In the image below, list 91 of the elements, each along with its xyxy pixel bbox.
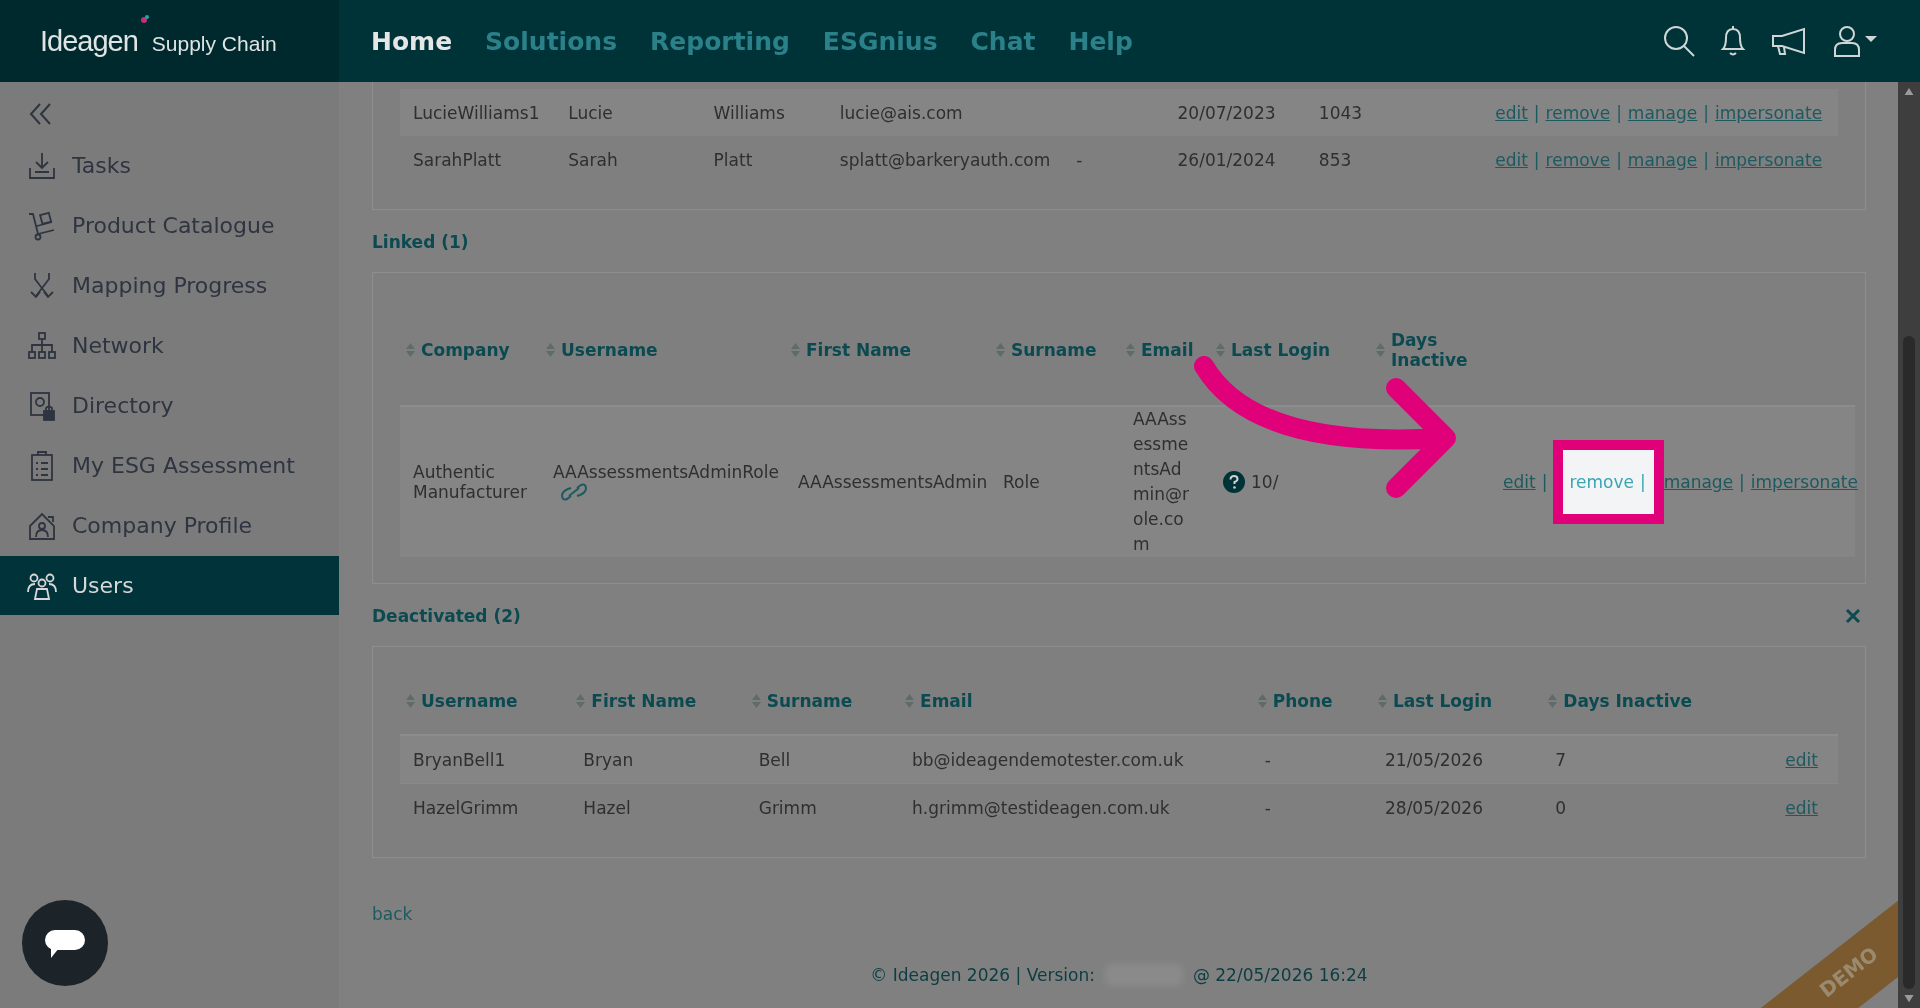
section-title: Linked (1): [372, 232, 469, 252]
sidebar-item[interactable]: Product Catalogue: [0, 196, 339, 255]
row-action-link[interactable]: edit: [1785, 797, 1818, 818]
column-header: Surname: [1011, 339, 1097, 360]
sidebar-item[interactable]: Users: [0, 556, 339, 615]
nav-link[interactable]: ESGnius: [822, 26, 938, 56]
column-header: Email: [1141, 339, 1194, 360]
row-action-link[interactable]: manage: [1663, 472, 1734, 492]
nav-link[interactable]: Chat: [970, 26, 1036, 56]
table-cell: LucieWilliams1: [413, 102, 540, 123]
sidebar-item[interactable]: Directory: [0, 376, 339, 435]
table-cell: 7: [1555, 749, 1567, 770]
column-header: Surname: [766, 691, 853, 711]
column-header: Phone: [1272, 691, 1333, 711]
table-cell: h.grimm@testideagen.com.uk: [912, 797, 1170, 818]
table-cell: SarahPlatt: [413, 149, 502, 170]
sidebar-item[interactable]: My ESG Assessment: [0, 436, 339, 495]
row-action-link[interactable]: remove: [1545, 149, 1611, 170]
separator: |: [1739, 472, 1745, 492]
table-cell: Lucie: [568, 102, 613, 123]
column-header: First Name: [806, 339, 911, 360]
separator: |: [1703, 102, 1709, 123]
table-cell: lucie@ais.com: [839, 102, 963, 123]
column-header: Days Inactive: [1391, 330, 1469, 370]
table-cell: Platt: [713, 149, 753, 170]
separator: |: [1533, 102, 1540, 123]
table-cell: Grimm: [758, 797, 817, 818]
separator: |: [1541, 472, 1548, 492]
nav-link[interactable]: Home: [371, 26, 453, 56]
column-header: Company: [421, 339, 510, 360]
table-cell: 20/07/2023: [1177, 102, 1276, 123]
column-header: Username: [421, 691, 518, 711]
table-cell: 10/: [1251, 472, 1279, 492]
table-cell: Sarah: [568, 149, 618, 170]
row-action-link[interactable]: manage: [1627, 149, 1698, 170]
column-header: First Name: [591, 691, 697, 711]
section-title: Deactivated (2): [372, 606, 521, 626]
column-header: Days Inactive: [1563, 691, 1693, 711]
table-cell: Hazel: [583, 797, 631, 818]
table-cell: Williams: [713, 102, 785, 123]
table-cell: HazelGrimm: [413, 797, 519, 818]
table-cell: 1043: [1318, 102, 1363, 123]
footer-text: © Ideagen 2026 | Version:: [870, 965, 1095, 985]
separator: |: [1616, 149, 1622, 170]
row-action-link[interactable]: edit: [1495, 102, 1528, 123]
row-action-link[interactable]: impersonate: [1750, 472, 1858, 492]
table-cell: 28/05/2026: [1385, 797, 1483, 818]
sidebar-item[interactable]: Mapping Progress: [0, 256, 339, 315]
row-action-link[interactable]: edit: [1503, 472, 1536, 492]
nav-link[interactable]: Help: [1068, 26, 1133, 56]
footer-timestamp: @ 22/05/2026 16:24: [1192, 965, 1368, 985]
table-cell: AAAssessmentsAdmin: [798, 472, 988, 492]
table-cell: splatt@barkeryauth.com: [839, 149, 1051, 170]
column-header: Last Login: [1393, 691, 1493, 711]
row-action-link[interactable]: remove: [1569, 472, 1634, 492]
table-cell: BryanBell1: [413, 749, 506, 770]
separator: |: [1533, 149, 1540, 170]
back-link[interactable]: back: [372, 904, 413, 924]
column-header: Email: [920, 691, 973, 711]
table-cell: Bryan: [583, 749, 634, 770]
table-cell: 26/01/2024: [1177, 149, 1276, 170]
row-action-link[interactable]: remove: [1545, 102, 1611, 123]
nav-link[interactable]: Reporting: [650, 26, 790, 56]
column-header: Last Login: [1231, 339, 1331, 360]
logo-subtitle: Supply Chain: [151, 32, 277, 56]
column-header: Username: [561, 339, 658, 360]
row-action-link[interactable]: edit: [1785, 749, 1818, 770]
table-cell: -: [1264, 797, 1271, 818]
nav-link[interactable]: Solutions: [485, 26, 618, 56]
sidebar-item[interactable]: Company Profile: [0, 496, 339, 555]
table-cell: -: [1076, 149, 1083, 170]
separator: |: [1639, 472, 1646, 492]
table-cell: 853: [1318, 149, 1352, 170]
separator: |: [1616, 102, 1622, 123]
logo-text: Ideagen: [40, 24, 138, 58]
sidebar-item[interactable]: Network: [0, 316, 339, 375]
table-cell: Role: [1003, 472, 1040, 492]
table-cell-text: AAAssessmentsAdmin@role.com: [1133, 408, 1191, 556]
table-cell: 0: [1555, 797, 1567, 818]
table-cell: bb@ideagendemotester.com.uk: [912, 749, 1184, 770]
table-cell: Bell: [758, 749, 791, 770]
table-cell-text: Authentic Manufacturer: [413, 462, 528, 502]
row-action-link[interactable]: manage: [1627, 102, 1698, 123]
row-action-link[interactable]: edit: [1495, 149, 1528, 170]
sidebar-item[interactable]: Tasks: [0, 136, 339, 195]
row-action-link[interactable]: impersonate: [1715, 149, 1823, 170]
table-cell: AAAssessmentsAdminRole: [553, 462, 779, 482]
table-cell: 21/05/2026: [1385, 749, 1483, 770]
row-action-link[interactable]: impersonate: [1715, 102, 1823, 123]
separator: |: [1703, 149, 1709, 170]
table-cell: -: [1264, 749, 1271, 770]
